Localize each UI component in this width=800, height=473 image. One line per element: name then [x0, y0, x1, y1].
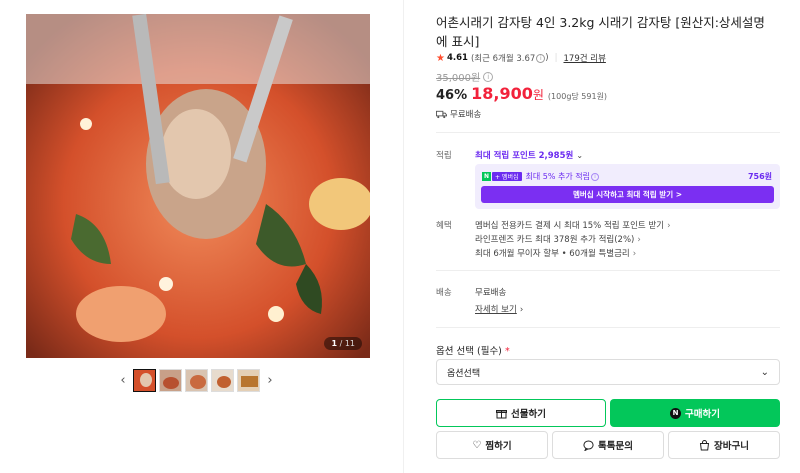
info-icon[interactable]: i	[536, 53, 546, 63]
shopping-bag-icon	[699, 439, 710, 450]
star-icon: ★	[436, 52, 445, 64]
shipping-summary: 무료배송	[436, 108, 481, 120]
thumbnail-strip: ‹ ›	[116, 367, 277, 393]
benefit-item[interactable]: 최대 6개월 무이자 할부 • 60개월 특별금리 ›	[475, 247, 636, 259]
membership-row: N + 멤버십 최대 5% 추가 적립 i	[482, 171, 599, 182]
unit-price: (100g당 591원)	[547, 92, 608, 101]
chevron-right-icon: ›	[632, 249, 637, 259]
review-count-link[interactable]: 179건 리뷰	[564, 52, 606, 64]
chevron-right-icon: ›	[667, 221, 671, 231]
thumbnail-2[interactable]	[159, 368, 182, 392]
wish-label: 찜하기	[485, 441, 512, 452]
membership-text: 최대 5% 추가 적립	[525, 172, 590, 181]
rating-divider: |	[554, 53, 558, 63]
divider	[436, 270, 780, 271]
rating-recent: (최근 6개월 3.67	[470, 54, 536, 64]
chat-bubble-icon	[583, 440, 594, 451]
product-main-image[interactable]: 1 / 11	[26, 14, 370, 358]
thumbnail-1[interactable]	[133, 368, 156, 392]
price-unit: 원	[532, 88, 544, 102]
divider	[436, 327, 780, 328]
benefit-text: 멤버십 전용카드 결제 시 최대 15% 적립 포인트 받기	[475, 221, 665, 231]
chevron-down-icon: ⌄	[760, 366, 769, 378]
naver-n-icon: N	[482, 172, 491, 181]
product-title: 어촌시래기 감자탕 4인 3.2kg 시래기 감자탕 [원산지:상세설명에 표시…	[436, 15, 765, 49]
rating-score: 4.61	[446, 53, 468, 63]
talk-label: 톡톡문의	[598, 441, 633, 452]
price-info-icon[interactable]: i	[483, 71, 494, 82]
naver-pay-icon: N	[670, 407, 682, 419]
shipping-summary-text: 무료배송	[450, 110, 482, 120]
delivery-detail-link[interactable]: 자세히 보기 ›	[475, 303, 523, 315]
cart-label: 장바구니	[714, 441, 749, 452]
discount-rate: 46%	[436, 88, 468, 103]
delivery-label: 배송	[436, 288, 452, 298]
benefits-label: 혜택	[436, 221, 452, 231]
image-counter: 1 / 11	[324, 337, 362, 350]
option-select[interactable]: 옵션선택 ⌄	[436, 359, 780, 385]
required-mark: *	[504, 346, 510, 357]
benefit-text: 최대 6개월 무이자 할부 • 60개월 특별금리	[475, 249, 630, 259]
divider	[436, 132, 780, 133]
membership-badge: + 멤버십	[492, 172, 522, 181]
chevron-right-icon: ›	[637, 235, 641, 245]
thumbnail-5[interactable]	[237, 368, 260, 392]
truck-icon	[436, 110, 447, 118]
buy-button[interactable]: N 구매하기	[610, 399, 780, 427]
option-label: 옵션 선택 (필수) *	[436, 343, 510, 357]
membership-box: N + 멤버십 최대 5% 추가 적립 i 756원 멤버십 시작하고 최대 적…	[475, 164, 780, 209]
points-label: 적립	[436, 151, 452, 161]
stew-photo	[26, 14, 370, 358]
buy-label: 구매하기	[685, 409, 720, 420]
chevron-right-icon: ›	[519, 305, 524, 315]
original-price-value: 35,000원	[436, 73, 481, 84]
benefit-item[interactable]: 멤버십 전용카드 결제 시 최대 15% 적립 포인트 받기 ›	[475, 219, 671, 231]
points-headline: 최대 적립 포인트 2,985원	[475, 151, 574, 161]
membership-amount: 756원	[747, 172, 772, 181]
wish-button[interactable]: ♡ 찜하기	[436, 431, 548, 459]
cart-button[interactable]: 장바구니	[668, 431, 780, 459]
talk-button[interactable]: 톡톡문의	[552, 431, 664, 459]
option-select-value: 옵션선택	[447, 368, 481, 379]
column-divider	[403, 0, 404, 473]
original-price: 35,000원 i	[436, 69, 494, 84]
option-label-text: 옵션 선택 (필수)	[436, 346, 502, 357]
thumbnail-4[interactable]	[211, 368, 234, 392]
points-dropdown[interactable]: 최대 적립 포인트 2,985원 ⌄	[475, 149, 584, 162]
rating-row: ★ 4.61 (최근 6개월 3.67 i ) | 179건 리뷰	[436, 52, 606, 65]
gift-icon	[496, 409, 508, 418]
benefit-text: 라인프렌즈 카드 최대 378원 추가 적립(2%)	[475, 235, 635, 245]
delivery-value: 무료배송	[475, 288, 507, 298]
gift-button[interactable]: 선물하기	[436, 399, 606, 427]
benefit-item[interactable]: 라인프렌즈 카드 최대 378원 추가 적립(2%) ›	[475, 233, 641, 245]
heart-icon: ♡	[472, 439, 482, 451]
info-icon[interactable]: i	[590, 172, 599, 181]
chevron-left-icon[interactable]: ‹	[116, 368, 130, 392]
rating-recent-close: )	[545, 53, 549, 63]
delivery-detail-text: 자세히 보기	[475, 305, 517, 315]
price-row: 46% 18,900 원 (100g당 591원)	[436, 84, 607, 103]
chevron-down-icon: ⌄	[576, 150, 584, 160]
gift-label: 선물하기	[511, 409, 546, 420]
thumbnail-3[interactable]	[185, 368, 208, 392]
membership-start-button[interactable]: 멤버십 시작하고 최대 적립 받기 >	[481, 186, 774, 203]
chevron-right-icon[interactable]: ›	[263, 368, 277, 392]
sale-price: 18,900	[471, 84, 533, 103]
